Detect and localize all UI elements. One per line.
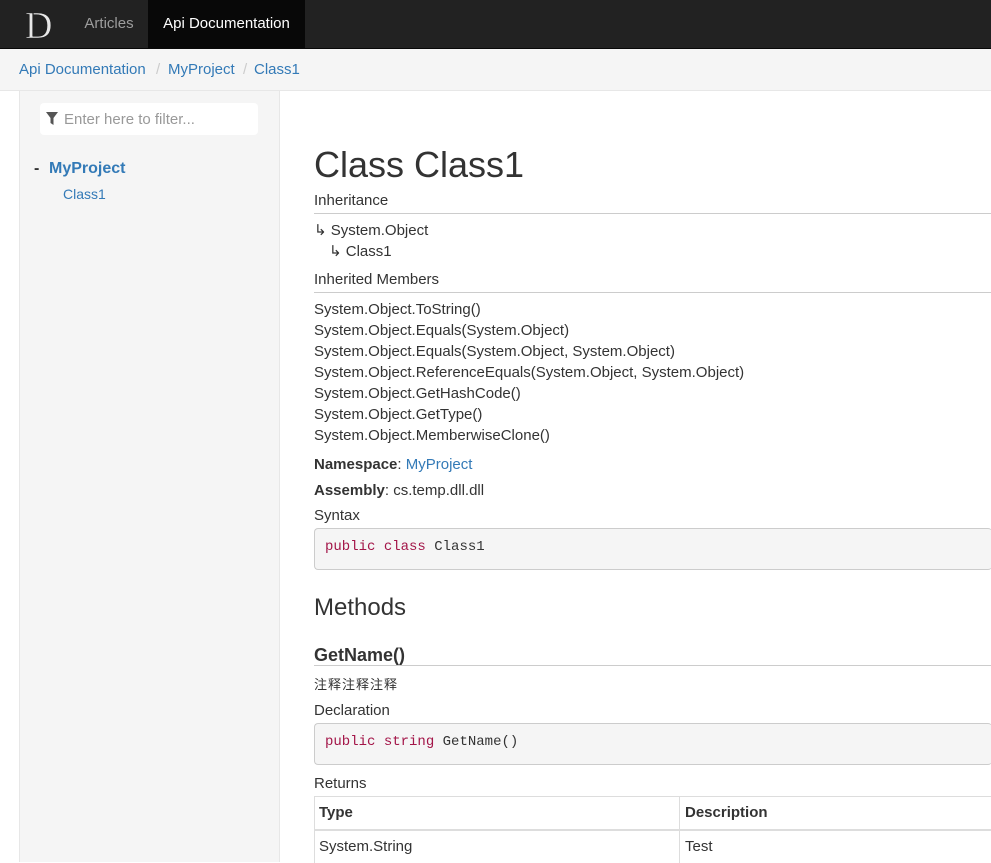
- namespace-line: Namespace: MyProject: [314, 456, 473, 473]
- returns-heading: Returns: [314, 775, 367, 792]
- declaration-code: public string GetName(): [325, 734, 519, 750]
- table-cell-type: System.String: [319, 838, 413, 855]
- top-navbar: D Articles Api Documentation: [0, 0, 991, 49]
- inherited-member: System.Object.ReferenceEquals(System.Obj…: [314, 364, 745, 381]
- article-content: Class Class1 Inheritance ↳ System.Object…: [314, 91, 991, 863]
- inherited-member: System.Object.GetHashCode(): [314, 385, 521, 402]
- inheritance-level-1: ↳ Class1: [329, 241, 392, 262]
- nav-api-documentation[interactable]: Api Documentation: [148, 0, 305, 48]
- nav-articles[interactable]: Articles: [70, 0, 148, 48]
- method-name: GetName(): [314, 645, 406, 665]
- inherited-members-heading: Inherited Members: [314, 271, 440, 288]
- inherited-member: System.Object.ToString(): [314, 301, 481, 318]
- namespace-label: Namespace: [314, 456, 398, 473]
- table-cell-description: Test: [685, 838, 713, 855]
- inheritance-heading: Inheritance: [314, 192, 389, 209]
- inheritance-level-0: ↳ System.Object: [314, 220, 428, 241]
- methods-heading: Methods: [314, 594, 407, 621]
- assembly-line: Assembly: cs.temp.dll.dll: [314, 482, 485, 499]
- inheritance-arrow-icon: ↳: [314, 222, 327, 239]
- docfx-logo-icon[interactable]: D: [22, 4, 62, 44]
- toc-item-myproject[interactable]: MyProject: [49, 160, 125, 178]
- table-header-type: Type: [319, 804, 353, 821]
- filter-icon: [46, 112, 58, 125]
- page-title: Class Class1: [314, 144, 525, 185]
- returns-table: Type Description System.String Test: [314, 796, 991, 863]
- filter-box: [40, 103, 258, 135]
- filter-input[interactable]: [64, 103, 252, 135]
- syntax-code: public class Class1: [325, 539, 485, 555]
- namespace-link[interactable]: MyProject: [406, 456, 473, 473]
- inherited-member: System.Object.GetType(): [314, 406, 483, 423]
- assembly-value: cs.temp.dll.dll: [393, 482, 485, 499]
- declaration-heading: Declaration: [314, 702, 390, 719]
- toc-item-class1[interactable]: Class1: [63, 186, 106, 202]
- inheritance-item: System.Object: [330, 222, 429, 239]
- inherited-member: System.Object.Equals(System.Object, Syst…: [314, 343, 675, 360]
- breadcrumb-class1[interactable]: Class1: [254, 49, 300, 90]
- inherited-member: System.Object.Equals(System.Object): [314, 322, 570, 339]
- breadcrumb-separator: /: [156, 61, 161, 78]
- assembly-label: Assembly: [314, 482, 385, 499]
- breadcrumb-myproject[interactable]: MyProject: [168, 49, 235, 90]
- sidebar-toc: - MyProject Class1: [19, 91, 280, 862]
- syntax-heading: Syntax: [314, 507, 360, 524]
- breadcrumb-separator: /: [243, 61, 248, 78]
- table-header-description: Description: [685, 804, 768, 821]
- inherited-member: System.Object.MemberwiseClone(): [314, 427, 550, 444]
- method-summary: 注释注释注释: [314, 678, 399, 693]
- breadcrumb: Api Documentation / MyProject / Class1: [0, 49, 991, 91]
- logo-letter: D: [25, 5, 52, 44]
- breadcrumb-api-documentation[interactable]: Api Documentation: [19, 49, 146, 90]
- inheritance-arrow-icon: ↳: [329, 243, 342, 260]
- toc-expander[interactable]: -: [34, 160, 39, 178]
- declaration-code-block[interactable]: public string GetName(): [314, 723, 991, 765]
- inheritance-item: Class1: [345, 243, 392, 260]
- syntax-code-block[interactable]: public class Class1: [314, 528, 991, 570]
